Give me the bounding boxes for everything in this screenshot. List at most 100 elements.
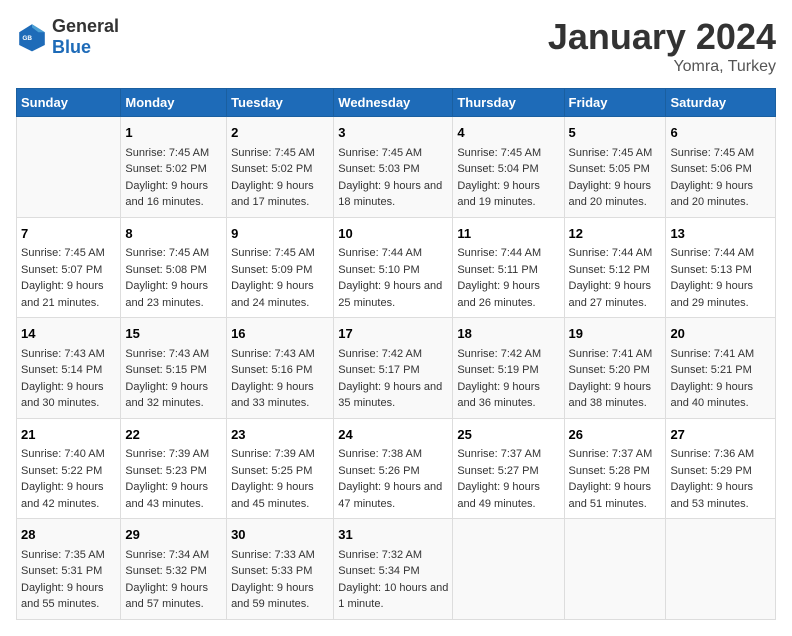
day-number: 2 (231, 123, 329, 143)
cell-w5-d6 (564, 519, 666, 620)
cell-info: Sunrise: 7:37 AM (457, 446, 559, 463)
cell-info: Sunrise: 7:45 AM (125, 245, 222, 262)
cell-info: Daylight: 9 hours and 17 minutes. (231, 178, 329, 211)
day-number: 9 (231, 224, 329, 244)
cell-w3-d3: 16Sunrise: 7:43 AMSunset: 5:16 PMDayligh… (227, 318, 334, 419)
cell-w4-d7: 27Sunrise: 7:36 AMSunset: 5:29 PMDayligh… (666, 418, 776, 519)
day-number: 18 (457, 324, 559, 344)
cell-info: Sunrise: 7:38 AM (338, 446, 448, 463)
cell-info: Sunrise: 7:45 AM (670, 145, 771, 162)
cell-w1-d5: 4Sunrise: 7:45 AMSunset: 5:04 PMDaylight… (453, 117, 564, 218)
cell-w2-d6: 12Sunrise: 7:44 AMSunset: 5:12 PMDayligh… (564, 217, 666, 318)
cell-info: Sunset: 5:09 PM (231, 262, 329, 279)
cell-info: Sunrise: 7:33 AM (231, 547, 329, 564)
cell-info: Sunset: 5:07 PM (21, 262, 116, 279)
main-title: January 2024 (548, 16, 776, 58)
cell-w3-d4: 17Sunrise: 7:42 AMSunset: 5:17 PMDayligh… (334, 318, 453, 419)
day-number: 4 (457, 123, 559, 143)
cell-info: Daylight: 10 hours and 1 minute. (338, 580, 448, 613)
cell-info: Daylight: 9 hours and 49 minutes. (457, 479, 559, 512)
cell-info: Sunset: 5:14 PM (21, 362, 116, 379)
cell-info: Sunset: 5:25 PM (231, 463, 329, 480)
cell-w1-d1 (17, 117, 121, 218)
day-number: 10 (338, 224, 448, 244)
cell-info: Sunrise: 7:45 AM (125, 145, 222, 162)
cell-w2-d2: 8Sunrise: 7:45 AMSunset: 5:08 PMDaylight… (121, 217, 227, 318)
cell-info: Sunrise: 7:45 AM (231, 245, 329, 262)
day-number: 20 (670, 324, 771, 344)
cell-info: Daylight: 9 hours and 27 minutes. (569, 278, 662, 311)
col-header-thursday: Thursday (453, 89, 564, 117)
day-number: 7 (21, 224, 116, 244)
col-header-sunday: Sunday (17, 89, 121, 117)
cell-info: Daylight: 9 hours and 16 minutes. (125, 178, 222, 211)
cell-info: Daylight: 9 hours and 45 minutes. (231, 479, 329, 512)
cell-w3-d1: 14Sunrise: 7:43 AMSunset: 5:14 PMDayligh… (17, 318, 121, 419)
cell-info: Sunrise: 7:45 AM (569, 145, 662, 162)
cell-info: Sunset: 5:06 PM (670, 161, 771, 178)
cell-info: Sunrise: 7:43 AM (231, 346, 329, 363)
cell-info: Daylight: 9 hours and 40 minutes. (670, 379, 771, 412)
cell-info: Sunset: 5:02 PM (231, 161, 329, 178)
cell-info: Sunset: 5:08 PM (125, 262, 222, 279)
day-number: 29 (125, 525, 222, 545)
cell-info: Sunset: 5:21 PM (670, 362, 771, 379)
day-number: 23 (231, 425, 329, 445)
day-number: 22 (125, 425, 222, 445)
cell-info: Sunset: 5:05 PM (569, 161, 662, 178)
cell-info: Sunset: 5:02 PM (125, 161, 222, 178)
cell-info: Sunrise: 7:42 AM (457, 346, 559, 363)
logo-blue-text: Blue (52, 37, 91, 57)
cell-info: Sunset: 5:32 PM (125, 563, 222, 580)
cell-info: Daylight: 9 hours and 43 minutes. (125, 479, 222, 512)
cell-info: Sunrise: 7:41 AM (670, 346, 771, 363)
cell-info: Daylight: 9 hours and 36 minutes. (457, 379, 559, 412)
cell-w4-d3: 23Sunrise: 7:39 AMSunset: 5:25 PMDayligh… (227, 418, 334, 519)
cell-info: Sunset: 5:11 PM (457, 262, 559, 279)
cell-info: Sunset: 5:13 PM (670, 262, 771, 279)
cell-info: Daylight: 9 hours and 20 minutes. (569, 178, 662, 211)
cell-w3-d2: 15Sunrise: 7:43 AMSunset: 5:15 PMDayligh… (121, 318, 227, 419)
cell-info: Sunset: 5:23 PM (125, 463, 222, 480)
day-number: 19 (569, 324, 662, 344)
header: GB General Blue January 2024 Yomra, Turk… (16, 16, 776, 76)
cell-info: Daylight: 9 hours and 33 minutes. (231, 379, 329, 412)
cell-w5-d2: 29Sunrise: 7:34 AMSunset: 5:32 PMDayligh… (121, 519, 227, 620)
cell-info: Sunrise: 7:39 AM (125, 446, 222, 463)
cell-w5-d7 (666, 519, 776, 620)
day-number: 15 (125, 324, 222, 344)
cell-w3-d5: 18Sunrise: 7:42 AMSunset: 5:19 PMDayligh… (453, 318, 564, 419)
cell-info: Sunrise: 7:37 AM (569, 446, 662, 463)
title-section: January 2024 Yomra, Turkey (548, 16, 776, 76)
svg-text:GB: GB (22, 35, 32, 42)
cell-info: Sunrise: 7:45 AM (338, 145, 448, 162)
cell-info: Sunset: 5:15 PM (125, 362, 222, 379)
cell-w1-d4: 3Sunrise: 7:45 AMSunset: 5:03 PMDaylight… (334, 117, 453, 218)
cell-info: Sunset: 5:29 PM (670, 463, 771, 480)
cell-info: Daylight: 9 hours and 24 minutes. (231, 278, 329, 311)
col-header-saturday: Saturday (666, 89, 776, 117)
cell-info: Sunrise: 7:32 AM (338, 547, 448, 564)
cell-info: Sunrise: 7:43 AM (125, 346, 222, 363)
cell-w4-d4: 24Sunrise: 7:38 AMSunset: 5:26 PMDayligh… (334, 418, 453, 519)
week-row-1: 1Sunrise: 7:45 AMSunset: 5:02 PMDaylight… (17, 117, 776, 218)
day-number: 8 (125, 224, 222, 244)
day-number: 16 (231, 324, 329, 344)
cell-info: Sunrise: 7:45 AM (457, 145, 559, 162)
cell-info: Daylight: 9 hours and 21 minutes. (21, 278, 116, 311)
col-header-tuesday: Tuesday (227, 89, 334, 117)
cell-w4-d5: 25Sunrise: 7:37 AMSunset: 5:27 PMDayligh… (453, 418, 564, 519)
cell-info: Sunset: 5:26 PM (338, 463, 448, 480)
cell-info: Sunrise: 7:39 AM (231, 446, 329, 463)
cell-w5-d3: 30Sunrise: 7:33 AMSunset: 5:33 PMDayligh… (227, 519, 334, 620)
cell-info: Daylight: 9 hours and 55 minutes. (21, 580, 116, 613)
logo: GB General Blue (16, 16, 119, 58)
cell-info: Sunrise: 7:44 AM (670, 245, 771, 262)
day-number: 24 (338, 425, 448, 445)
week-row-4: 21Sunrise: 7:40 AMSunset: 5:22 PMDayligh… (17, 418, 776, 519)
cell-w3-d7: 20 Sunrise: 7:41 AMSunset: 5:21 PMDayligh… (666, 318, 776, 419)
cell-info: Sunset: 5:04 PM (457, 161, 559, 178)
day-number: 17 (338, 324, 448, 344)
day-number: 1 (125, 123, 222, 143)
calendar-table: SundayMondayTuesdayWednesdayThursdayFrid… (16, 88, 776, 620)
